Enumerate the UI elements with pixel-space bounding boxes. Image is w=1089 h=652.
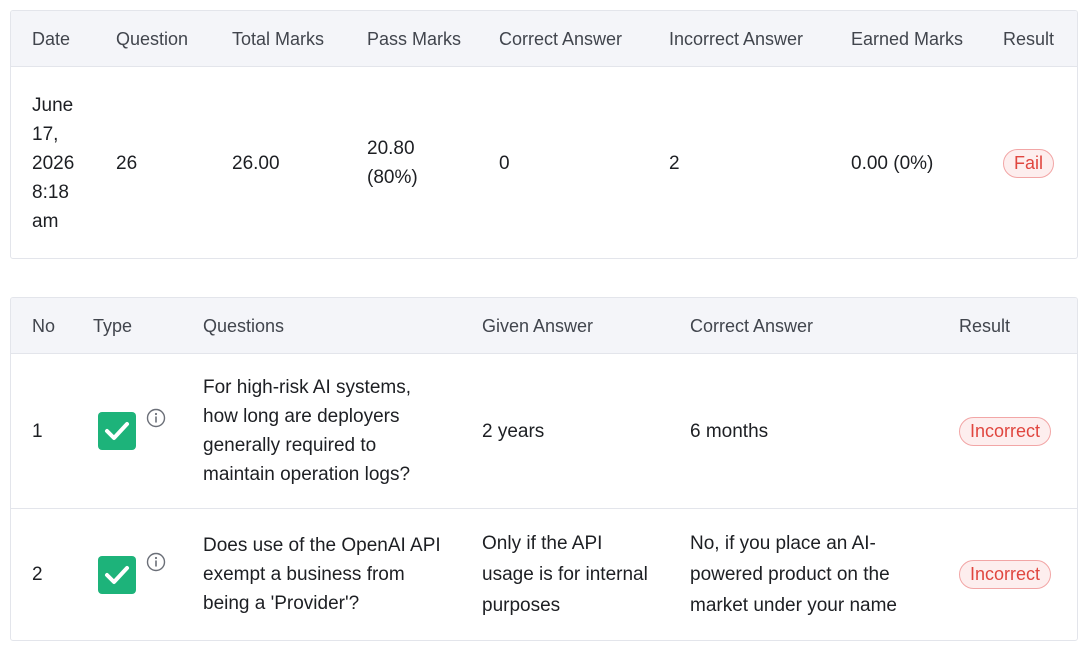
check-icon: [98, 412, 136, 450]
table-row: 2 Does use of the OpenAI API exempt a bu…: [11, 509, 1077, 640]
header-result: Result: [959, 315, 1011, 336]
header-question: Question: [116, 28, 189, 49]
summary-header-row: Date Question Total Marks Pass Marks Cor…: [11, 11, 1077, 67]
question-count: 26: [116, 152, 138, 174]
question-text: Does use of the OpenAI API exempt a busi…: [203, 535, 441, 614]
attempt-date: June 17, 2026 8:18 am: [32, 94, 75, 232]
result-cell: Fail: [1003, 67, 1055, 258]
type-cell: [98, 509, 166, 640]
check-icon: [98, 555, 136, 594]
attempt-summary-table: Date Question Total Marks Pass Marks Cor…: [10, 10, 1078, 259]
given-answer: Only if the API usage is for internal pu…: [482, 533, 648, 616]
header-date: Date: [32, 28, 71, 49]
summary-row: June 17, 2026 8:18 am 26 26.00 20.80 (80…: [11, 67, 1077, 258]
header-pass-marks: Pass Marks: [367, 28, 462, 49]
result-badge-incorrect: Incorrect: [959, 416, 1052, 446]
header-result: Result: [1003, 28, 1055, 49]
correct-answer: 6 months: [690, 420, 769, 442]
type-cell: [98, 354, 166, 508]
result-cell: Incorrect: [959, 509, 1052, 640]
pass-marks-value: 20.80 (80%): [367, 138, 418, 188]
correct-answer: No, if you place an AI- powered product …: [690, 533, 897, 616]
header-total-marks: Total Marks: [232, 28, 325, 49]
question-text: For high-risk AI systems, how long are d…: [203, 377, 411, 485]
header-given-answer: Given Answer: [482, 315, 594, 336]
header-incorrect-answer: Incorrect Answer: [669, 28, 804, 49]
info-icon[interactable]: [146, 552, 166, 572]
question-number: 2: [32, 564, 43, 585]
total-marks-value: 26.00: [232, 152, 280, 174]
earned-marks-value: 0.00 (0%): [851, 152, 934, 174]
result-badge-incorrect: Incorrect: [959, 560, 1052, 589]
details-header-row: No Type Questions Given Answer Correct A…: [11, 298, 1077, 354]
header-type: Type: [93, 315, 133, 336]
info-icon[interactable]: [146, 408, 166, 428]
header-no: No: [32, 315, 56, 336]
header-questions: Questions: [203, 315, 285, 336]
header-earned-marks: Earned Marks: [851, 28, 964, 49]
header-correct-answer: Correct Answer: [690, 315, 814, 336]
header-correct-answer: Correct Answer: [499, 28, 623, 49]
given-answer: 2 years: [482, 420, 545, 442]
question-details-table: No Type Questions Given Answer Correct A…: [10, 297, 1078, 641]
correct-answer-count: 0: [499, 152, 510, 174]
result-badge-fail: Fail: [1003, 148, 1055, 178]
question-number: 1: [32, 420, 43, 442]
result-cell: Incorrect: [959, 354, 1052, 508]
incorrect-answer-count: 2: [669, 152, 680, 174]
table-row: 1 For high-risk AI systems, how long are…: [11, 354, 1077, 509]
